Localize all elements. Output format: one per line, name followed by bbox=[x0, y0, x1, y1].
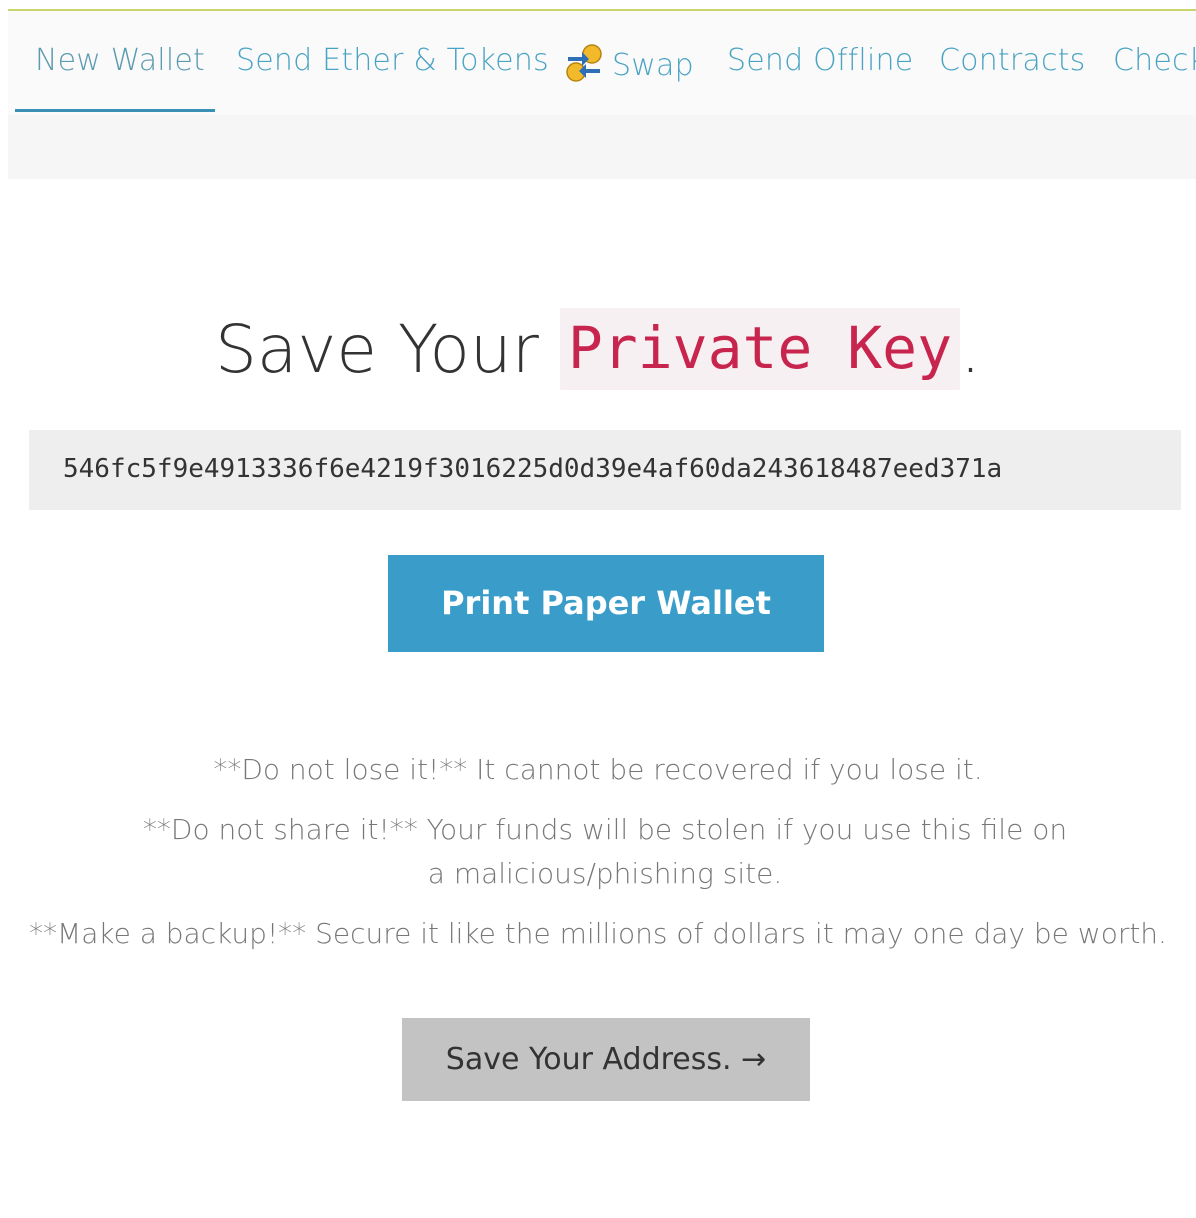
warning-do-not-share: **Do not share it!** Your funds will be … bbox=[142, 813, 1068, 890]
warning-do-not-lose: **Do not lose it!** It cannot be recover… bbox=[213, 753, 983, 786]
warning-make-backup: **Make a backup!** Secure it like the mi… bbox=[29, 917, 1167, 950]
title-suffix: . bbox=[960, 311, 981, 388]
title-code: Private Key bbox=[559, 308, 960, 390]
tab-check[interactable]: Check bbox=[1113, 43, 1196, 78]
tab-contracts[interactable]: Contracts bbox=[939, 43, 1085, 78]
private-key-text[interactable]: 546fc5f9e4913336f6e4219f3016225d0d39e4af… bbox=[63, 454, 1148, 484]
private-key-field[interactable]: 546fc5f9e4913336f6e4219f3016225d0d39e4af… bbox=[29, 430, 1181, 510]
tab-swap-label: Swap bbox=[612, 48, 694, 83]
tab-send-offline[interactable]: Send Offline bbox=[727, 43, 913, 78]
nav-bar: New Wallet Send Ether & Tokens Swap Send… bbox=[8, 11, 1196, 179]
title-prefix: Save Your bbox=[215, 311, 539, 388]
tab-swap[interactable]: Swap bbox=[564, 43, 694, 83]
nav-subbar bbox=[8, 115, 1196, 179]
tab-new-wallet[interactable]: New Wallet bbox=[35, 43, 205, 78]
page-title: Save Your Private Key. bbox=[0, 308, 1196, 390]
active-tab-indicator bbox=[15, 109, 215, 112]
swap-icon bbox=[566, 44, 602, 82]
print-paper-wallet-button[interactable]: Print Paper Wallet bbox=[388, 555, 824, 652]
save-your-address-button[interactable]: Save Your Address. → bbox=[402, 1018, 810, 1101]
tab-send-ether-tokens[interactable]: Send Ether & Tokens bbox=[236, 43, 549, 78]
